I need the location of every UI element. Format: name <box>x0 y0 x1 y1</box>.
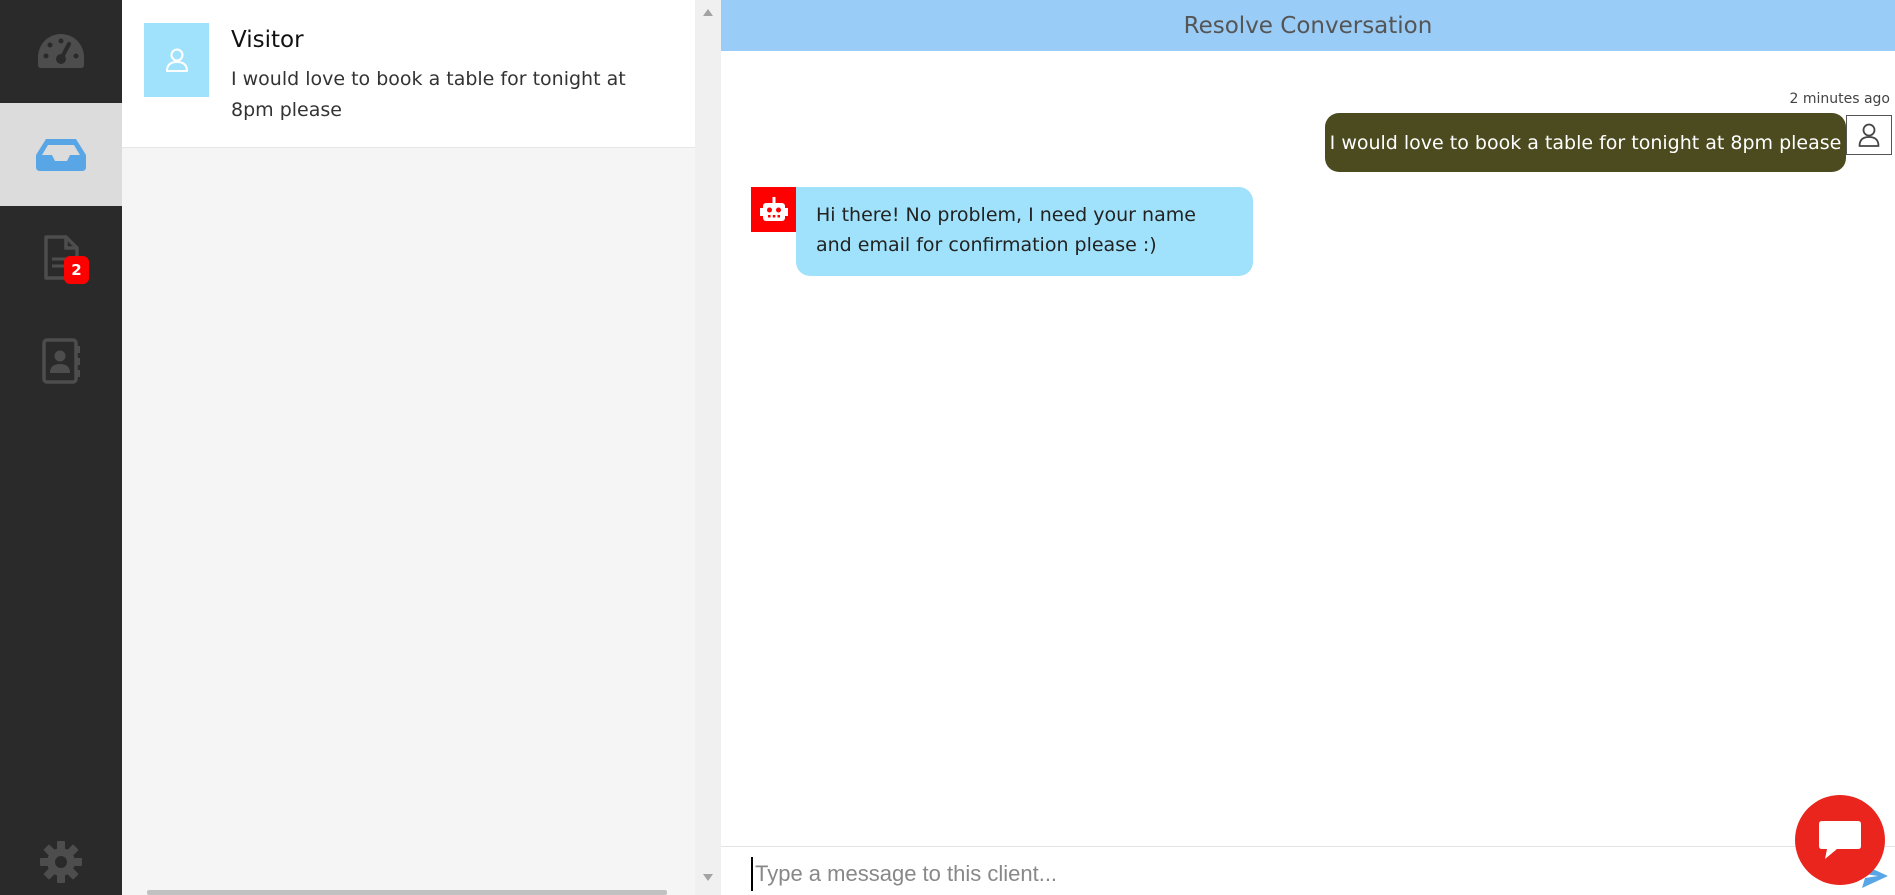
conversation-item[interactable]: Visitor I would love to book a table for… <box>122 0 695 148</box>
user-icon <box>1858 123 1880 147</box>
bot-avatar <box>751 187 797 232</box>
horizontal-scrollbar[interactable] <box>147 890 667 895</box>
resolve-conversation-label: Resolve Conversation <box>1183 12 1433 39</box>
dashboard-gauge-icon <box>38 33 84 68</box>
chat-bubble-icon <box>1819 821 1861 859</box>
nav-contacts[interactable] <box>0 309 122 412</box>
visitor-avatar <box>1846 115 1892 155</box>
vertical-scrollbar[interactable] <box>695 0 721 895</box>
message-input[interactable] <box>751 857 1791 891</box>
robot-icon <box>760 196 788 221</box>
scroll-down-arrow-icon[interactable] <box>703 874 713 881</box>
incoming-message-bubble: Hi there! No problem, I need your name a… <box>796 187 1253 276</box>
conversation-list: Visitor I would love to book a table for… <box>122 0 695 895</box>
conversation-name: Visitor <box>231 27 304 53</box>
chat-panel: Resolve Conversation 2 minutes ago I wou… <box>721 0 1895 895</box>
resolve-conversation-button[interactable]: Resolve Conversation <box>721 0 1895 51</box>
chat-widget-button[interactable] <box>1795 795 1885 885</box>
inbox-icon <box>36 138 86 171</box>
documents-count-badge: 2 <box>64 256 89 284</box>
outgoing-message-bubble: I would love to book a table for tonight… <box>1325 113 1846 172</box>
conversation-avatar <box>144 23 209 97</box>
nav-documents[interactable]: 2 <box>0 206 122 309</box>
nav-inbox[interactable] <box>0 103 122 206</box>
message-composer <box>721 846 1895 895</box>
sidebar-nav: 2 <box>0 0 122 895</box>
contact-book-icon <box>42 337 80 384</box>
gear-icon <box>40 841 82 883</box>
nav-dashboard[interactable] <box>0 0 122 103</box>
scroll-up-arrow-icon[interactable] <box>703 9 713 16</box>
user-icon <box>165 48 188 72</box>
conversation-preview: I would love to book a table for tonight… <box>231 68 626 121</box>
nav-settings[interactable] <box>0 836 122 888</box>
message-timestamp: 2 minutes ago <box>1789 91 1890 107</box>
